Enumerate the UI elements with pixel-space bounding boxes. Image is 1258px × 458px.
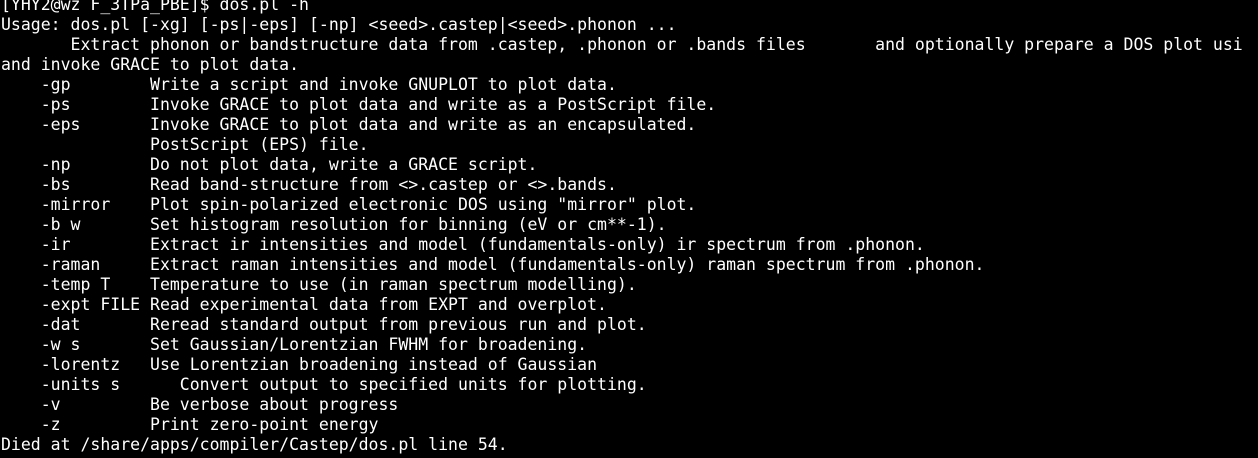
option-z-line: -z Print zero-point energy [1, 415, 379, 434]
option-expt-line: -expt FILE Read experimental data from E… [1, 295, 607, 314]
option-temp-line: -temp T Temperature to use (in raman spe… [1, 275, 637, 294]
option-raman-line: -raman Extract raman intensities and mod… [1, 255, 985, 274]
terminal-window[interactable]: [YHY2@wz F_3TPa_PBE]$ dos.pl -h Usage: d… [0, 0, 1258, 458]
option-ir-line: -ir Extract ir intensities and model (fu… [1, 235, 925, 254]
option-gp-line: -gp Write a script and invoke GNUPLOT to… [1, 75, 617, 94]
option-dat-line: -dat Reread standard output from previou… [1, 315, 647, 334]
error-line: Died at /share/apps/compiler/Castep/dos.… [1, 435, 508, 454]
option-b-line: -b w Set histogram resolution for binnin… [1, 215, 667, 234]
description-continued-line: and invoke GRACE to plot data. [1, 55, 300, 74]
option-ps-line: -ps Invoke GRACE to plot data and write … [1, 95, 717, 114]
option-mirror-line: -mirror Plot spin-polarized electronic D… [1, 195, 697, 214]
option-eps-continued-line: PostScript (EPS) file. [1, 135, 369, 154]
description-line: Extract phonon or bandstructure data fro… [1, 35, 1243, 54]
option-w-line: -w s Set Gaussian/Lorentzian FWHM for br… [1, 335, 588, 354]
usage-line: Usage: dos.pl [-xg] [-ps|-eps] [-np] <se… [1, 15, 677, 34]
option-units-line: -units s Convert output to specified uni… [1, 375, 647, 394]
option-lorentz-line: -lorentz Use Lorentzian broadening inste… [1, 355, 598, 374]
option-np-line: -np Do not plot data, write a GRACE scri… [1, 155, 538, 174]
option-eps-line: -eps Invoke GRACE to plot data and write… [1, 115, 697, 134]
option-v-line: -v Be verbose about progress [1, 395, 399, 414]
terminal-prompt-line: [YHY2@wz F_3TPa_PBE]$ dos.pl -h [1, 0, 309, 14]
option-bs-line: -bs Read band-structure from <>.castep o… [1, 175, 617, 194]
